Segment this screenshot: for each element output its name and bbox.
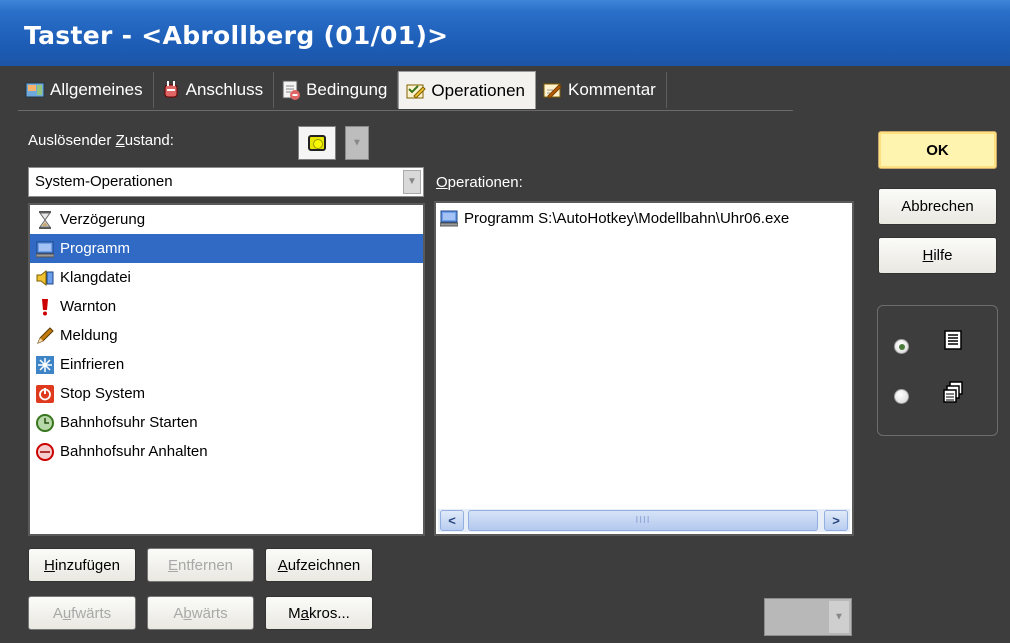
add-button[interactable]: Hinzufügen: [28, 548, 136, 582]
list-item[interactable]: Einfrieren: [30, 350, 423, 379]
chevron-down-icon: ▼: [352, 137, 362, 149]
horizontal-scrollbar[interactable]: < IIII >: [438, 509, 850, 532]
list-view-radio[interactable]: [894, 339, 909, 354]
scroll-left-button[interactable]: <: [440, 510, 464, 531]
category-value: System-Operationen: [35, 173, 173, 190]
chevron-down-icon: ▼: [407, 176, 417, 187]
move-down-button[interactable]: Ab wärts: [147, 596, 254, 630]
list-item[interactable]: Klangdatei: [30, 263, 423, 292]
macros-button[interactable]: Ma kros...: [265, 596, 373, 630]
tab-anschluss[interactable]: Anschluss: [154, 72, 275, 108]
tab-allgemeines[interactable]: Allgemeines: [18, 72, 154, 108]
computer-icon: [36, 240, 54, 258]
record-button[interactable]: Aufzeichnen: [265, 548, 373, 582]
condition-icon: [280, 79, 302, 101]
plug-icon: [160, 79, 182, 101]
help-button[interactable]: Hilfe: [878, 237, 997, 274]
multi-window-icon: [942, 381, 964, 409]
category-dropdown-button[interactable]: ▼: [403, 170, 421, 194]
list-item[interactable]: Programm S:\AutoHotkey\Modellbahn\Uhr06.…: [440, 209, 789, 227]
disabled-dropdown[interactable]: ▼: [764, 598, 852, 636]
list-item[interactable]: Bahnhofsuhr Anhalten: [30, 437, 423, 466]
window-title: Taster - <Abrollberg (01/01)>: [0, 0, 1010, 66]
list-view-icon: [944, 330, 962, 356]
multi-window-radio[interactable]: [894, 389, 909, 404]
pencil-icon: [36, 326, 54, 345]
sound-file-icon: [36, 269, 54, 287]
list-item[interactable]: Programm: [30, 234, 423, 263]
dropdown-button[interactable]: ▼: [829, 601, 849, 633]
tab-bedingung[interactable]: Bedingung: [274, 72, 399, 108]
green-clock-icon: [36, 413, 54, 432]
scroll-thumb[interactable]: IIII: [468, 510, 818, 531]
chevron-left-icon: <: [448, 513, 456, 528]
general-settings-icon: [24, 79, 46, 101]
tab-kommentar[interactable]: Kommentar: [536, 72, 667, 108]
comment-icon: [542, 79, 564, 101]
exclamation-icon: [36, 298, 54, 316]
power-icon: [36, 384, 54, 403]
trigger-state-label: Auslösender Zustand:: [28, 132, 174, 149]
hourglass-icon: [36, 210, 54, 229]
tab-strip: Allgemeines Anschluss Bedingung Operatio…: [18, 71, 667, 110]
cancel-button[interactable]: Abbrechen: [878, 188, 997, 225]
trigger-state-preview[interactable]: [298, 126, 336, 160]
red-clock-icon: [36, 442, 54, 461]
tab-label: Kommentar: [567, 80, 656, 99]
tab-label: Allgemeines: [50, 80, 143, 99]
chevron-down-icon: ▼: [834, 611, 844, 623]
trigger-state-dropdown-button[interactable]: ▼: [345, 126, 369, 160]
yellow-led-icon: [308, 135, 326, 151]
tab-label: Anschluss: [185, 80, 264, 99]
move-up-button[interactable]: Au fwärts: [28, 596, 136, 630]
view-mode-group: [877, 305, 998, 436]
list-item[interactable]: Bahnhofsuhr Starten: [30, 408, 423, 437]
tab-label: Operationen: [431, 80, 525, 100]
operation-category-select[interactable]: System-Operationen ▼: [28, 167, 424, 197]
list-item[interactable]: Warnton: [30, 292, 423, 321]
computer-icon: [440, 209, 458, 227]
tab-operationen[interactable]: Operationen: [398, 71, 536, 109]
operations-icon: [405, 80, 427, 102]
list-item[interactable]: Stop System: [30, 379, 423, 408]
scroll-right-button[interactable]: >: [824, 510, 848, 531]
operations-label: Operationen:: [436, 174, 523, 191]
list-item[interactable]: Meldung: [30, 321, 423, 350]
available-operations-list[interactable]: Verzögerung Programm Klangdatei Warnton …: [28, 203, 425, 536]
tab-underline: [18, 110, 793, 111]
remove-button[interactable]: Entfernen: [147, 548, 254, 582]
snowflake-icon: [36, 355, 54, 374]
ok-button[interactable]: OK: [878, 131, 997, 169]
tab-label: Bedingung: [306, 80, 388, 99]
chevron-right-icon: >: [832, 513, 840, 528]
list-item[interactable]: Verzögerung: [30, 205, 423, 234]
configured-operations-list[interactable]: Programm S:\AutoHotkey\Modellbahn\Uhr06.…: [434, 201, 854, 536]
